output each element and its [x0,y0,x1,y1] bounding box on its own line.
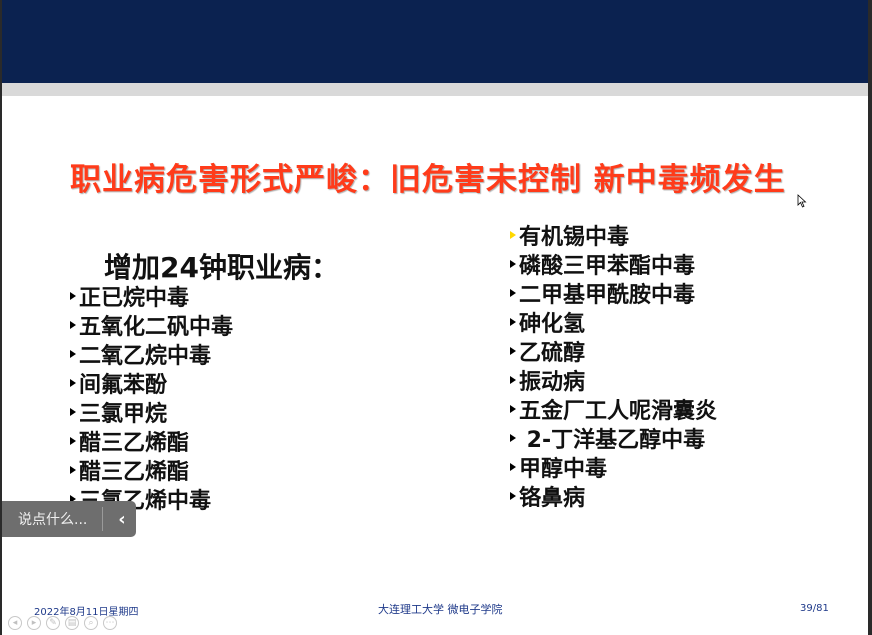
bullet-icon [70,407,76,416]
list-item: 二甲基甲酰胺中毒 [510,278,717,308]
more-options-button[interactable]: ⋯ [103,616,117,630]
slide-title: 职业病危害形式严峻：旧危害未控制 新中毒频发生 [70,162,786,198]
window-frame-right [868,0,872,635]
chevron-left-icon: ‹ [118,508,126,530]
list-item: 铬鼻病 [510,481,717,511]
list-item: 振动病 [510,365,717,395]
list-item: 二氧乙烷中毒 [70,339,233,369]
bullet-icon [70,436,76,445]
collapse-comment-button[interactable]: ‹ [109,509,135,530]
list-item: 磷酸三甲苯酯中毒 [510,249,717,279]
slide-header-banner [2,0,868,83]
bullet-icon [70,291,76,300]
pen-tool-button[interactable]: ✎ [46,616,60,630]
left-disease-list: 正已烷中毒 五氧化二矾中毒 二氧乙烷中毒 间氟苯酚 三氯甲烷 醋三乙烯酯 醋三乙… [70,281,233,514]
bullet-icon [510,288,516,297]
magnifier-icon: ⌕ [88,618,94,628]
bullet-icon [510,259,516,268]
comment-panel: 说点什么... ‹ [2,501,136,537]
bullet-icon [510,433,516,442]
list-item: 醋三乙烯酯 [70,426,233,456]
bullet-icon [510,346,516,355]
list-item: 五氧化二矾中毒 [70,310,233,340]
list-item: 醋三乙烯酯 [70,455,233,485]
bullet-icon [510,230,516,239]
list-item: 五金厂工人呢滑囊炎 [510,394,717,424]
bullet-icon [510,491,516,500]
bullet-icon [70,349,76,358]
arrow-left-icon: ◂ [12,618,18,628]
previous-slide-button[interactable]: ◂ [8,616,22,630]
mouse-cursor-icon [797,194,807,208]
comment-input[interactable]: 说点什么... [2,509,102,529]
bullet-icon [510,375,516,384]
bullet-icon [510,317,516,326]
list-item: 甲醇中毒 [510,452,717,482]
list-item: 2-丁洋基乙醇中毒 [510,423,717,453]
list-item: 砷化氢 [510,307,717,337]
arrow-right-icon: ▸ [31,618,37,628]
bullet-icon [70,320,76,329]
right-disease-list: 有机锡中毒 磷酸三甲苯酯中毒 二甲基甲酰胺中毒 砷化氢 乙硫醇 振动病 五金厂工… [510,220,717,511]
header-divider [2,83,868,96]
page-number: 39/81 [800,603,829,614]
list-item: 三氯甲烷 [70,397,233,427]
slides-menu-button[interactable]: ▤ [65,616,79,630]
comment-divider [102,507,103,531]
list-item: 正已烷中毒 [70,281,233,311]
slides-icon: ▤ [67,618,77,628]
list-item: 有机锡中毒 [510,220,717,250]
slideshow-nav-bar: ◂ ▸ ✎ ▤ ⌕ ⋯ [8,616,117,630]
next-slide-button[interactable]: ▸ [27,616,41,630]
more-icon: ⋯ [105,618,115,628]
bullet-icon [70,465,76,474]
bullet-icon [510,404,516,413]
bullet-icon [70,378,76,387]
pen-icon: ✎ [49,618,57,628]
list-item: 间氟苯酚 [70,368,233,398]
bullet-icon [510,462,516,471]
footer-institution: 大连理工大学 微电子学院 [378,603,503,616]
list-item: 乙硫醇 [510,336,717,366]
zoom-button[interactable]: ⌕ [84,616,98,630]
